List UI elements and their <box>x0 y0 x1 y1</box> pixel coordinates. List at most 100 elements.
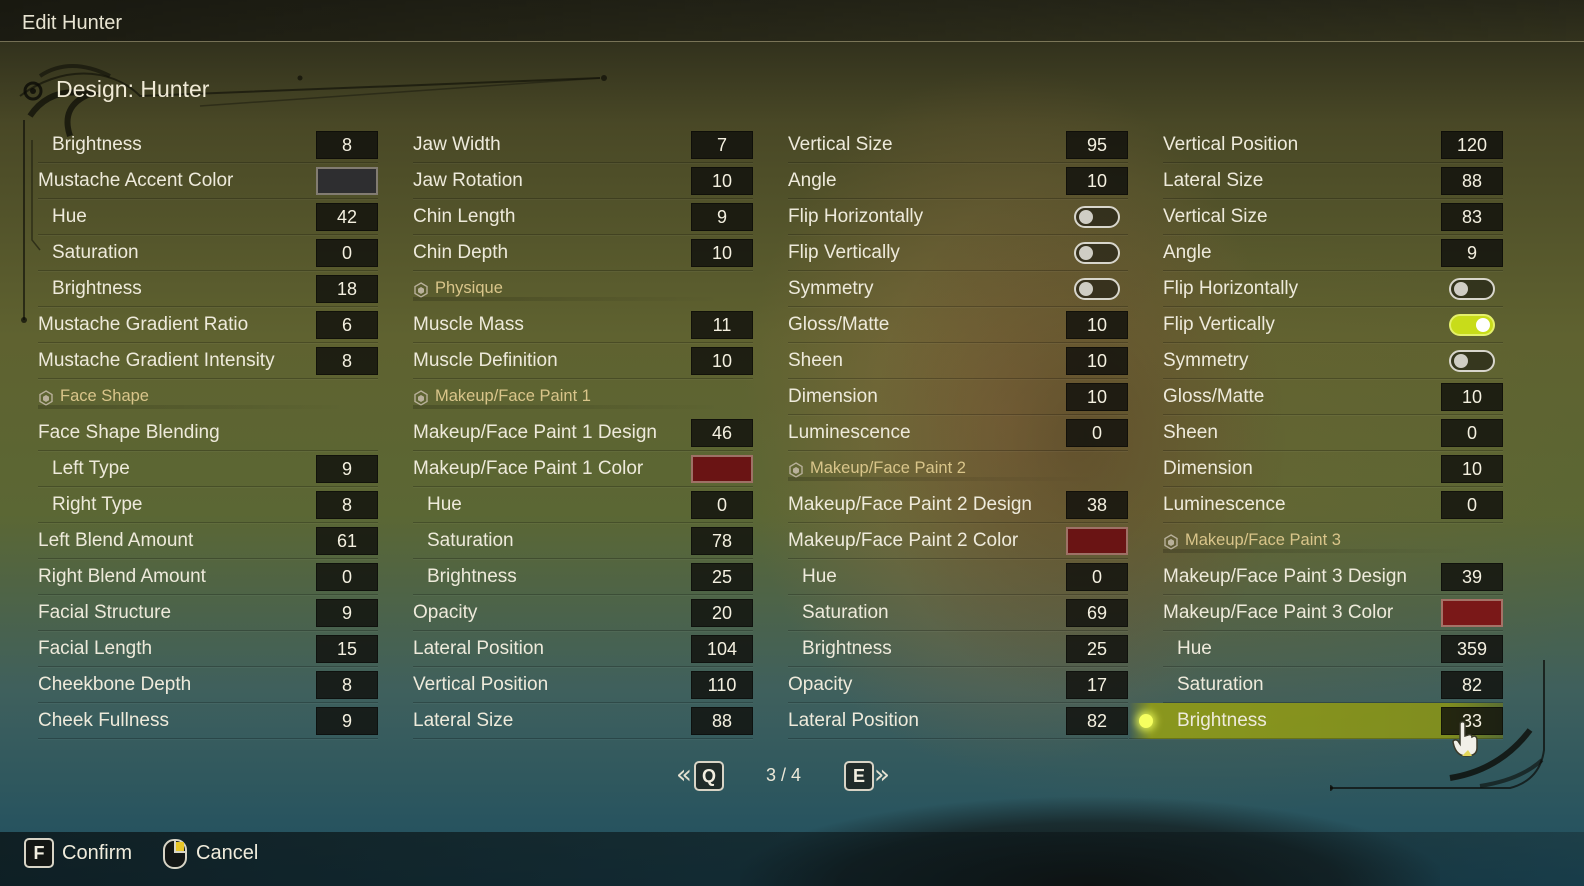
toggle-switch[interactable] <box>1449 278 1495 300</box>
next-page-key[interactable]: E <box>844 761 874 791</box>
setting-value[interactable]: 10 <box>1066 311 1128 339</box>
toggle-switch[interactable] <box>1074 242 1120 264</box>
setting-row-makeup-face-paint-1-design[interactable]: Makeup/Face Paint 1 Design 46 <box>413 415 753 451</box>
setting-value[interactable]: 9 <box>691 203 753 231</box>
setting-row-dimension[interactable]: Dimension 10 <box>788 379 1128 415</box>
color-swatch[interactable] <box>1066 527 1128 555</box>
setting-value[interactable]: 15 <box>316 635 378 663</box>
double-chevron-right-icon[interactable]: » <box>874 760 890 790</box>
setting-value[interactable]: 88 <box>1441 167 1503 195</box>
setting-row-brightness[interactable]: Brightness 8 <box>38 127 378 163</box>
setting-value[interactable]: 10 <box>1441 383 1503 411</box>
setting-value[interactable]: 38 <box>1066 491 1128 519</box>
setting-value[interactable]: 8 <box>316 491 378 519</box>
setting-value[interactable]: 82 <box>1066 707 1128 735</box>
setting-value[interactable]: 110 <box>691 671 753 699</box>
setting-row-makeup-face-paint-3-design[interactable]: Makeup/Face Paint 3 Design 39 <box>1163 559 1503 595</box>
setting-row-muscle-definition[interactable]: Muscle Definition 10 <box>413 343 753 379</box>
setting-row-makeup-face-paint-2-design[interactable]: Makeup/Face Paint 2 Design 38 <box>788 487 1128 523</box>
setting-row-jaw-width[interactable]: Jaw Width 7 <box>413 127 753 163</box>
setting-row-brightness[interactable]: Brightness 25 <box>788 631 1128 667</box>
setting-row-gloss-matte[interactable]: Gloss/Matte 10 <box>788 307 1128 343</box>
setting-row-saturation[interactable]: Saturation 0 <box>38 235 378 271</box>
setting-value[interactable]: 120 <box>1441 131 1503 159</box>
setting-row-makeup-face-paint-3-color[interactable]: Makeup/Face Paint 3 Color <box>1163 595 1503 631</box>
setting-row-muscle-mass[interactable]: Muscle Mass 11 <box>413 307 753 343</box>
setting-value[interactable]: 11 <box>691 311 753 339</box>
setting-row-vertical-size[interactable]: Vertical Size 95 <box>788 127 1128 163</box>
setting-value[interactable]: 10 <box>691 347 753 375</box>
setting-row-lateral-size[interactable]: Lateral Size 88 <box>413 703 753 739</box>
setting-row-mustache-gradient-intensity[interactable]: Mustache Gradient Intensity 8 <box>38 343 378 379</box>
setting-row-cheek-fullness[interactable]: Cheek Fullness 9 <box>38 703 378 739</box>
setting-row-face-shape-blending[interactable]: Face Shape Blending <box>38 415 378 451</box>
setting-value[interactable]: 0 <box>691 491 753 519</box>
setting-value[interactable]: 359 <box>1441 635 1503 663</box>
setting-value[interactable]: 95 <box>1066 131 1128 159</box>
setting-row-vertical-size[interactable]: Vertical Size 83 <box>1163 199 1503 235</box>
setting-row-right-type[interactable]: Right Type 8 <box>38 487 378 523</box>
setting-value[interactable]: 10 <box>691 167 753 195</box>
setting-row-flip-horizontally[interactable]: Flip Horizontally <box>1163 271 1503 307</box>
toggle-switch[interactable] <box>1449 314 1495 336</box>
setting-value[interactable]: 8 <box>316 347 378 375</box>
setting-value[interactable]: 0 <box>316 563 378 591</box>
toggle-switch[interactable] <box>1074 206 1120 228</box>
setting-row-facial-length[interactable]: Facial Length 15 <box>38 631 378 667</box>
setting-value[interactable]: 39 <box>1441 563 1503 591</box>
setting-value[interactable]: 20 <box>691 599 753 627</box>
setting-row-luminescence[interactable]: Luminescence 0 <box>788 415 1128 451</box>
setting-row-vertical-position[interactable]: Vertical Position 120 <box>1163 127 1503 163</box>
setting-row-lateral-position[interactable]: Lateral Position 82 <box>788 703 1128 739</box>
setting-row-jaw-rotation[interactable]: Jaw Rotation 10 <box>413 163 753 199</box>
setting-row-flip-vertically[interactable]: Flip Vertically <box>1163 307 1503 343</box>
setting-row-lateral-position[interactable]: Lateral Position 104 <box>413 631 753 667</box>
setting-value[interactable]: 9 <box>316 599 378 627</box>
setting-value[interactable]: 0 <box>1066 419 1128 447</box>
setting-row-makeup-face-paint-1-color[interactable]: Makeup/Face Paint 1 Color <box>413 451 753 487</box>
setting-row-flip-vertically[interactable]: Flip Vertically <box>788 235 1128 271</box>
setting-value[interactable]: 7 <box>691 131 753 159</box>
setting-row-brightness[interactable]: Brightness 18 <box>38 271 378 307</box>
setting-row-saturation[interactable]: Saturation 69 <box>788 595 1128 631</box>
setting-row-makeup-face-paint-2-color[interactable]: Makeup/Face Paint 2 Color <box>788 523 1128 559</box>
setting-value[interactable]: 9 <box>1441 239 1503 267</box>
setting-value[interactable]: 17 <box>1066 671 1128 699</box>
setting-row-symmetry[interactable]: Symmetry <box>788 271 1128 307</box>
setting-value[interactable]: 78 <box>691 527 753 555</box>
setting-row-saturation[interactable]: Saturation 78 <box>413 523 753 559</box>
setting-row-opacity[interactable]: Opacity 20 <box>413 595 753 631</box>
toggle-switch[interactable] <box>1074 278 1120 300</box>
setting-value[interactable]: 9 <box>316 455 378 483</box>
setting-row-vertical-position[interactable]: Vertical Position 110 <box>413 667 753 703</box>
setting-value[interactable]: 69 <box>1066 599 1128 627</box>
setting-value[interactable]: 10 <box>691 239 753 267</box>
setting-value[interactable]: 9 <box>316 707 378 735</box>
setting-value[interactable]: 0 <box>1066 563 1128 591</box>
setting-value[interactable]: 88 <box>691 707 753 735</box>
setting-row-hue[interactable]: Hue 0 <box>413 487 753 523</box>
setting-value[interactable]: 10 <box>1066 347 1128 375</box>
setting-row-facial-structure[interactable]: Facial Structure 9 <box>38 595 378 631</box>
setting-row-mustache-accent-color[interactable]: Mustache Accent Color <box>38 163 378 199</box>
setting-value[interactable]: 0 <box>316 239 378 267</box>
setting-value[interactable]: 10 <box>1066 167 1128 195</box>
setting-value[interactable]: 0 <box>1441 419 1503 447</box>
setting-value[interactable]: 10 <box>1441 455 1503 483</box>
setting-row-opacity[interactable]: Opacity 17 <box>788 667 1128 703</box>
color-swatch[interactable] <box>316 167 378 195</box>
setting-row-cheekbone-depth[interactable]: Cheekbone Depth 8 <box>38 667 378 703</box>
setting-value[interactable]: 104 <box>691 635 753 663</box>
setting-row-mustache-gradient-ratio[interactable]: Mustache Gradient Ratio 6 <box>38 307 378 343</box>
setting-row-angle[interactable]: Angle 10 <box>788 163 1128 199</box>
setting-row-chin-length[interactable]: Chin Length 9 <box>413 199 753 235</box>
setting-row-angle[interactable]: Angle 9 <box>1163 235 1503 271</box>
setting-value[interactable]: 18 <box>316 275 378 303</box>
setting-value[interactable]: 61 <box>316 527 378 555</box>
setting-value[interactable]: 8 <box>316 131 378 159</box>
setting-row-hue[interactable]: Hue 0 <box>788 559 1128 595</box>
setting-value[interactable]: 42 <box>316 203 378 231</box>
toggle-switch[interactable] <box>1449 350 1495 372</box>
setting-row-symmetry[interactable]: Symmetry <box>1163 343 1503 379</box>
setting-value[interactable]: 25 <box>1066 635 1128 663</box>
